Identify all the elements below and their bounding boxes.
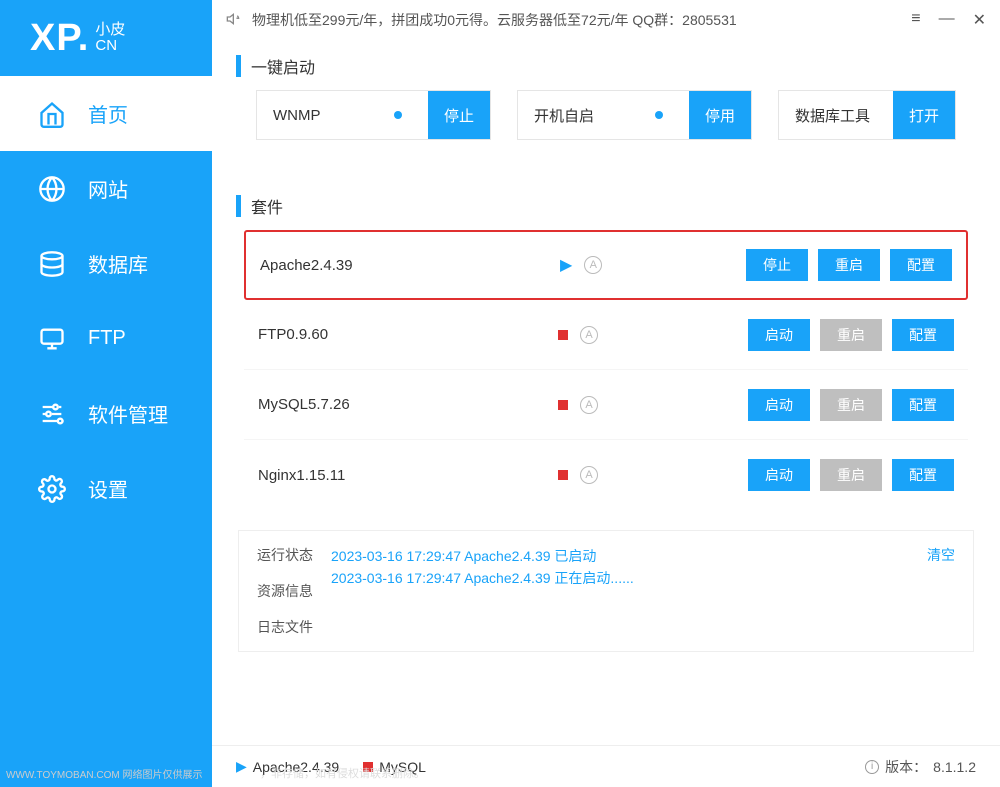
minimize-icon[interactable]: — [939,10,955,30]
nav-settings[interactable]: 设置 [0,451,212,526]
config-button[interactable]: 配置 [892,319,954,351]
suite-row-ftp: FTP0.9.60 A 启动 重启 配置 [244,300,968,370]
version-info: i 版本： 8.1.1.2 [865,757,976,777]
suite-panel: 套件 Apache2.4.39 ▶ A 停止 重启 配置 [236,180,976,510]
suite-name: FTP0.9.60 [258,326,558,343]
restart-button[interactable]: 重启 [820,459,882,491]
stop-icon [558,400,568,410]
nav-label: 网站 [88,174,128,203]
suite-row-apache: Apache2.4.39 ▶ A 停止 重启 配置 [244,230,968,300]
database-icon [38,250,66,278]
autostart-card: 开机自启 停用 [517,90,752,140]
status-dot-icon [655,111,663,119]
logo: XP. 小皮 CN [0,0,212,76]
restart-button[interactable]: 重启 [820,319,882,351]
log-line: 2023-03-16 17:29:47 Apache2.4.39 已启动 [331,545,909,567]
close-icon[interactable]: ✕ [973,10,986,30]
suite-name: Apache2.4.39 [260,257,560,274]
status-dot-icon [394,111,402,119]
wnmp-stop-button[interactable]: 停止 [428,91,490,139]
nav-database[interactable]: 数据库 [0,226,212,301]
restart-button[interactable]: 重启 [818,249,880,281]
log-tab-status[interactable]: 运行状态 [257,545,313,565]
topbar: 物理机低至299元/年，拼团成功0元得。云服务器低至72元/年 QQ群：2805… [212,0,1000,40]
nav-home[interactable]: 首页 [0,76,212,151]
autostart-label: 开机自启 [534,105,594,126]
stop-button[interactable]: 停止 [746,249,808,281]
ftp-icon [38,325,66,353]
clear-button[interactable]: 清空 [927,545,955,637]
suite-name: Nginx1.15.11 [258,467,558,484]
sidebar: XP. 小皮 CN 首页 网站 数据库 [0,0,212,787]
restart-button[interactable]: 重启 [820,389,882,421]
config-button[interactable]: 配置 [892,389,954,421]
log-tab-file[interactable]: 日志文件 [257,617,313,637]
log-line: 2023-03-16 17:29:47 Apache2.4.39 正在启动...… [331,567,909,589]
autostart-disable-button[interactable]: 停用 [689,91,751,139]
title-bar [236,55,241,77]
section-title: 套件 [251,194,283,218]
log-tab-resource[interactable]: 资源信息 [257,581,313,601]
announcement: 物理机低至299元/年，拼团成功0元得。云服务器低至72元/年 QQ群：2805… [252,10,901,30]
menu-icon[interactable]: ≡ [911,10,920,30]
start-button[interactable]: 启动 [748,319,810,351]
logo-main: XP. [30,17,89,60]
title-bar [236,195,241,217]
config-button[interactable]: 配置 [890,249,952,281]
auto-icon: A [584,256,602,274]
suite-row-nginx: Nginx1.15.11 A 启动 重启 配置 [244,440,968,510]
auto-icon: A [580,466,598,484]
suite-row-mysql: MySQL5.7.26 A 启动 重启 配置 [244,370,968,440]
globe-icon [38,175,66,203]
log-panel: 运行状态 资源信息 日志文件 2023-03-16 17:29:47 Apach… [238,530,974,652]
watermark: WWW.TOYMOBAN.COM 网络图片仅供展示 [6,766,202,781]
dbtools-label: 数据库工具 [795,105,870,126]
nav-label: 软件管理 [88,399,168,428]
auto-icon: A [580,326,598,344]
home-icon [38,100,66,128]
copyright-note: ，非存储，如有侵权请联系删除。 [260,765,425,781]
nav-software[interactable]: 软件管理 [0,376,212,451]
speaker-icon [226,11,242,30]
log-content: 2023-03-16 17:29:47 Apache2.4.39 已启动 202… [331,545,909,637]
main: 物理机低至299元/年，拼团成功0元得。云服务器低至72元/年 QQ群：2805… [212,0,1000,787]
nav-label: 设置 [88,474,128,503]
start-button[interactable]: 启动 [748,459,810,491]
stop-icon [558,470,568,480]
play-icon: ▶ [560,255,572,275]
wnmp-label: WNMP [273,107,321,124]
nav-label: 数据库 [88,249,148,278]
nav-label: 首页 [88,99,128,128]
stop-icon [558,330,568,340]
suite-name: MySQL5.7.26 [258,396,558,413]
config-button[interactable]: 配置 [892,459,954,491]
section-title: 一键启动 [251,54,315,78]
quickstart-panel: 一键启动 WNMP 停止 开机自启 [236,40,976,160]
start-button[interactable]: 启动 [748,389,810,421]
sliders-icon [38,400,66,428]
dbtools-open-button[interactable]: 打开 [893,91,955,139]
auto-icon: A [580,396,598,414]
nav-ftp[interactable]: FTP [0,301,212,376]
gear-icon [38,475,66,503]
nav-label: FTP [88,327,126,350]
play-icon: ▶ [236,758,247,775]
wnmp-card: WNMP 停止 [256,90,491,140]
info-icon: i [865,760,879,774]
logo-sub: 小皮 CN [95,22,125,55]
dbtools-card: 数据库工具 打开 [778,90,956,140]
nav-website[interactable]: 网站 [0,151,212,226]
